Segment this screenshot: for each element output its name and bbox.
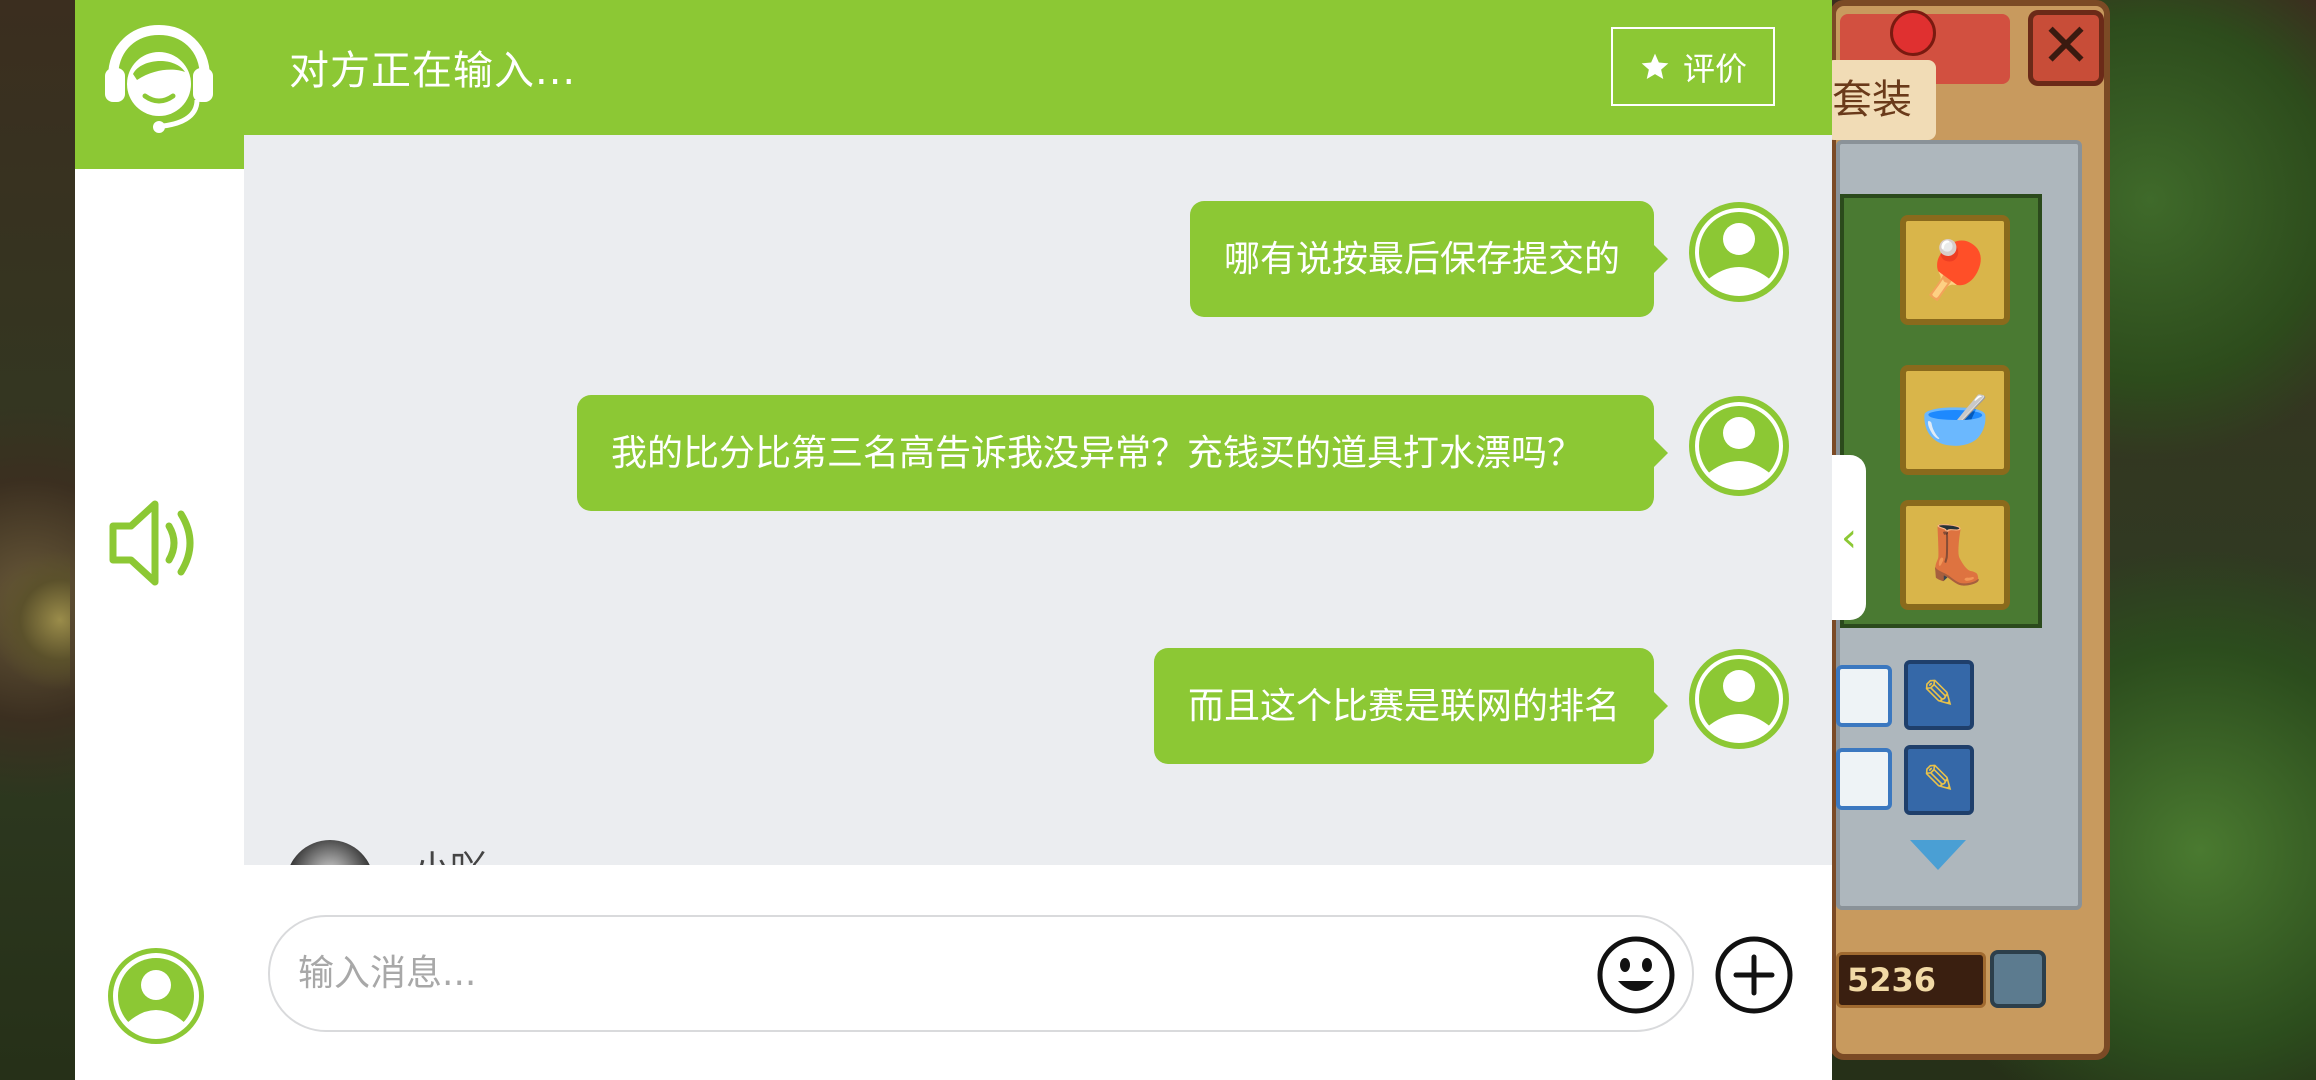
user-profile-button[interactable]	[105, 945, 207, 1047]
pencil-icon[interactable]: ✎	[1904, 745, 1974, 815]
emoji-button[interactable]	[1596, 935, 1676, 1015]
game-field-1[interactable]	[1836, 665, 1892, 727]
agent-avatar	[286, 840, 374, 865]
game-field-2[interactable]	[1836, 748, 1892, 810]
message-row: 我的比分比第三名高告诉我没异常？充钱买的道具打水漂吗？	[577, 395, 1790, 511]
chat-header: 对方正在输入... 评价	[75, 0, 1832, 169]
game-score-field: 5236	[1836, 952, 1986, 1008]
speaker-button[interactable]	[101, 488, 211, 598]
game-close-icon[interactable]: ✕	[2028, 10, 2104, 86]
plus-circle-icon	[1715, 936, 1793, 1014]
message-row: 哪有说按最后保存提交的	[1189, 201, 1790, 317]
left-rail	[75, 169, 244, 1080]
emoji-smile-icon	[1597, 936, 1675, 1014]
rate-button[interactable]: 评价	[1611, 27, 1775, 106]
user-avatar-icon	[1689, 202, 1789, 302]
game-slot-boot[interactable]: 👢	[1900, 500, 2010, 610]
user-avatar-icon	[1689, 649, 1789, 749]
typing-status: 对方正在输入...	[289, 48, 577, 94]
game-slot-bowl[interactable]: 🥣	[1900, 365, 2010, 475]
message-text: 而且这个比赛是联网的排名	[1187, 686, 1620, 727]
user-avatar-icon	[1689, 396, 1789, 496]
dropdown-arrow-icon[interactable]	[1910, 840, 1966, 870]
message-list[interactable]: 哪有说按最后保存提交的 我的比分比第三名高告诉我没异常？充钱买的道具打水漂吗？	[244, 135, 1832, 865]
star-icon	[1641, 53, 1669, 79]
speaker-volume-icon	[109, 500, 194, 586]
agent-message-peek: 小吖	[286, 840, 486, 865]
message-row: 而且这个比赛是联网的排名	[1153, 648, 1790, 764]
composer	[244, 865, 1832, 1080]
game-score-icon[interactable]	[1990, 950, 2046, 1008]
attach-button[interactable]	[1714, 935, 1794, 1015]
game-slot-racket[interactable]: 🏓	[1900, 215, 2010, 325]
logo-block	[75, 0, 244, 169]
game-suit-tab[interactable]: 套装	[1826, 60, 1936, 140]
message-bubble: 我的比分比第三名高告诉我没异常？充钱买的道具打水漂吗？	[577, 395, 1668, 511]
chevron-left-icon: ‹	[1841, 514, 1857, 561]
chat-window: 对方正在输入... 评价 哪有说按最后保存提交的 我的比分比第三名高告诉我没异常…	[75, 0, 1832, 1080]
rate-button-label: 评价	[1682, 49, 1747, 88]
message-text: 哪有说按最后保存提交的	[1223, 239, 1620, 280]
message-bubble: 哪有说按最后保存提交的	[1189, 201, 1669, 317]
message-input[interactable]	[298, 953, 1498, 994]
user-profile-icon	[108, 948, 204, 1044]
message-input-box[interactable]	[268, 915, 1694, 1032]
agent-name: 小吖	[414, 840, 486, 865]
game-left-decoration	[0, 540, 70, 720]
collapse-handle[interactable]: ‹	[1832, 455, 1866, 620]
customer-service-headset-icon	[105, 24, 213, 133]
message-bubble: 而且这个比赛是联网的排名	[1153, 648, 1669, 764]
pencil-icon[interactable]: ✎	[1904, 660, 1974, 730]
message-text: 我的比分比第三名高告诉我没异常？充钱买的道具打水漂吗？	[611, 433, 1584, 474]
